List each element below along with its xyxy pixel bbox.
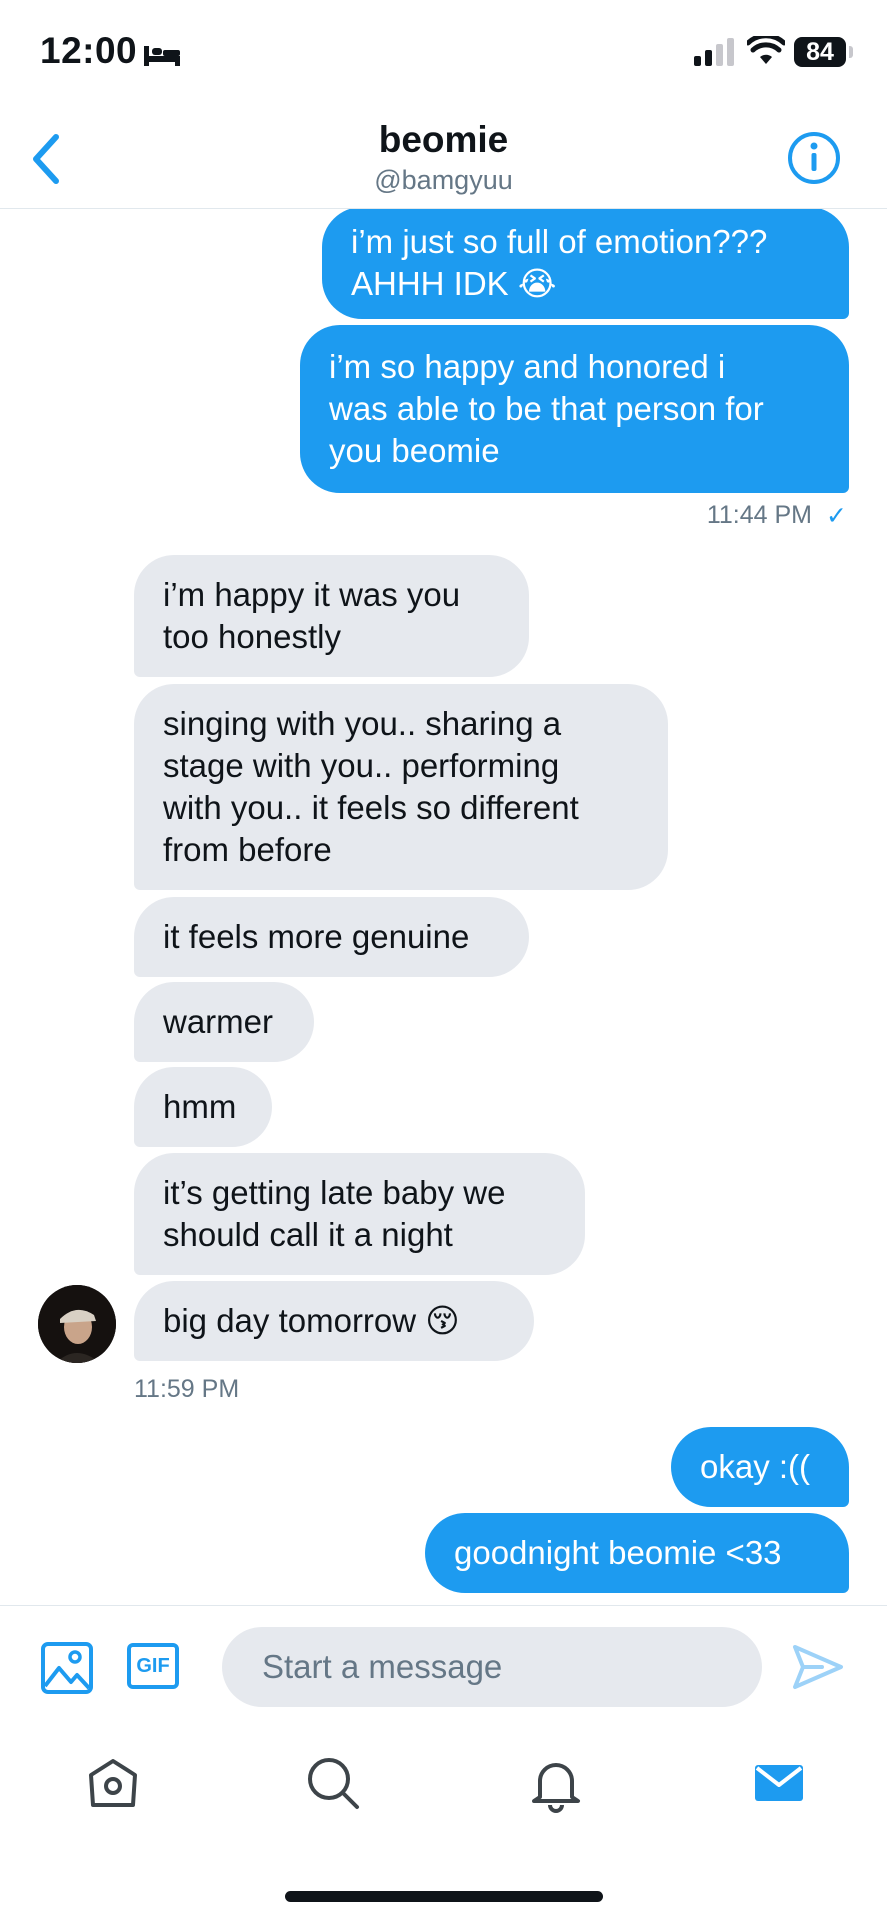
conversation-header: beomie @bamgyuu — [0, 105, 887, 209]
message-bubble-sent[interactable]: okay :(( — [671, 1427, 849, 1507]
message-bubble-sent[interactable]: i’m so happy and honored i was able to b… — [300, 325, 849, 493]
avatar-photo-icon — [38, 1285, 116, 1363]
gif-icon[interactable]: GIF — [127, 1643, 179, 1689]
wifi-icon — [747, 36, 785, 64]
home-icon[interactable] — [83, 1753, 143, 1813]
search-icon[interactable] — [303, 1753, 363, 1813]
message-bubble-received[interactable]: big day tomorrow 😚 — [134, 1281, 534, 1361]
battery-level: 84 — [794, 37, 846, 67]
conversation-handle: @bamgyuu — [374, 165, 513, 195]
send-icon[interactable] — [792, 1644, 844, 1690]
home-indicator[interactable] — [285, 1891, 603, 1902]
message-bubble-received[interactable]: it feels more genuine — [134, 897, 529, 977]
cell-signal-icon — [694, 38, 734, 66]
sleep-bed-icon — [144, 46, 180, 66]
notifications-icon[interactable] — [526, 1753, 586, 1813]
read-check-icon: ✓ — [826, 502, 847, 530]
avatar[interactable] — [38, 1285, 116, 1363]
status-time: 12:00 — [40, 30, 138, 71]
info-icon[interactable] — [787, 131, 841, 185]
messages-icon[interactable] — [749, 1753, 809, 1813]
message-bubble-sent[interactable]: goodnight beomie <33 — [425, 1513, 849, 1593]
message-bubble-received[interactable]: i’m happy it was you too honestly — [134, 555, 529, 677]
message-bubble-sent[interactable]: i’m just so full of emotion??? AHHH IDK … — [322, 209, 849, 319]
message-thread[interactable]: i’m just so full of emotion??? AHHH IDK … — [0, 209, 887, 1605]
message-bubble-received[interactable]: warmer — [134, 982, 314, 1062]
battery-cap — [849, 46, 853, 58]
status-bar: 12:00 84 — [0, 0, 887, 105]
image-icon[interactable] — [41, 1642, 93, 1694]
message-bubble-received[interactable]: it’s getting late baby we should call it… — [134, 1153, 585, 1275]
message-composer: GIF — [0, 1605, 887, 1728]
message-bubble-received[interactable]: singing with you.. sharing a stage with … — [134, 684, 668, 890]
sent-timestamp: 11:44 PM — [706, 501, 812, 529]
message-bubble-received[interactable]: hmm — [134, 1067, 272, 1147]
message-input[interactable] — [222, 1627, 762, 1707]
conversation-title[interactable]: beomie — [0, 119, 887, 161]
received-timestamp: 11:59 PM — [134, 1375, 240, 1403]
